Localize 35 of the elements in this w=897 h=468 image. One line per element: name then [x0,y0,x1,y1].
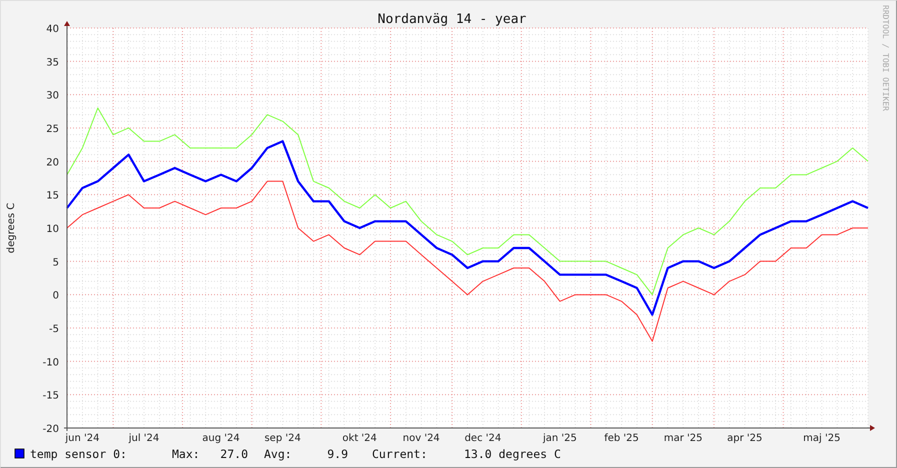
legend-stat-label: Avg: [264,447,292,461]
y-tick-label: 25 [46,124,59,135]
x-tick-label: maj '25 [803,433,840,444]
y-tick-label: 20 [46,157,59,168]
y-tick-label: 30 [46,90,59,102]
legend-stat-value: 27.0 [220,447,248,461]
x-tick-label: jul '24 [128,433,160,444]
x-tick-label: mar '25 [664,433,702,444]
y-tick-label: -15 [42,390,59,402]
y-tick-label: 5 [52,257,59,268]
x-tick-label: apr '25 [727,433,762,444]
y-tick-label: -5 [49,324,59,335]
legend-label: temp sensor 0: [30,447,127,461]
y-tick-label: -10 [42,357,59,368]
legend-stat-value: 9.9 [327,447,348,461]
x-tick-label: feb '25 [604,433,639,444]
y-tick-label: 0 [52,290,59,302]
watermark-text: RRDTOOL / TOBI OETIKER [881,5,890,111]
y-tick-label: -20 [42,424,59,435]
y-tick-label: 10 [46,224,59,235]
x-tick-label: sep '24 [264,433,301,444]
x-tick-label: nov '24 [402,433,440,444]
y-tick-label: 15 [46,190,59,202]
legend-stat-label: Max: [172,447,200,461]
y-tick-label: 35 [46,57,59,68]
y-tick-label: 40 [46,24,59,35]
x-tick-label: jan '25 [542,433,577,444]
x-tick-label: okt '24 [342,433,377,444]
legend-stat-label: Current: [372,447,428,461]
x-tick-label: dec '24 [464,433,502,444]
x-tick-label: jun '24 [65,433,100,444]
chart-title: Nordanväg 14 - year [378,12,526,27]
legend-stat-value: 13.0 degrees C [464,447,561,461]
x-tick-label: aug '24 [202,433,240,444]
y-axis-label: degrees C [6,202,17,254]
